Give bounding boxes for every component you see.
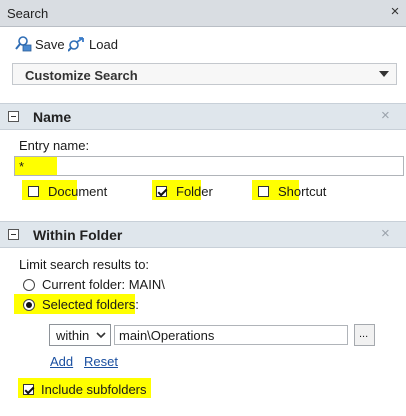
folder-path-value: main\Operations — [119, 328, 215, 343]
close-icon[interactable]: × — [381, 107, 390, 124]
entry-name-value: * — [19, 159, 25, 174]
name-section-header[interactable]: Name × — [0, 103, 406, 130]
close-icon[interactable]: × — [387, 3, 403, 20]
load-icon — [68, 37, 84, 52]
scope-select[interactable]: within — [49, 324, 111, 346]
load-button[interactable]: Load — [68, 36, 118, 52]
folder-checkbox[interactable]: Folder — [156, 184, 213, 199]
save-button[interactable]: Save — [14, 36, 65, 52]
save-icon — [15, 36, 32, 52]
panel-titlebar: Search × — [0, 0, 406, 27]
customize-search-label: Customize Search — [25, 68, 138, 83]
name-section-title: Name — [33, 109, 72, 125]
close-icon[interactable]: × — [381, 225, 390, 242]
current-folder-radio[interactable]: Current folder: MAIN\ — [23, 277, 165, 292]
folder-label: Folder — [176, 184, 213, 199]
current-folder-label: Current folder: MAIN\ — [42, 277, 165, 292]
shortcut-checkbox[interactable]: Shortcut — [258, 184, 326, 199]
document-label: Document — [48, 184, 108, 199]
radio-button[interactable] — [23, 298, 35, 311]
scope-value: within — [56, 328, 90, 343]
selected-folders-label: Selected folders: — [42, 297, 139, 312]
entry-name-label: Entry name: — [19, 138, 90, 153]
collapse-icon[interactable] — [8, 111, 19, 122]
radio-button[interactable] — [23, 278, 35, 291]
customize-search-dropdown[interactable]: Customize Search — [12, 63, 397, 85]
save-label: Save — [35, 36, 65, 52]
checkbox-box[interactable] — [23, 384, 34, 395]
reset-link[interactable]: Reset — [84, 354, 118, 369]
checkbox-box[interactable] — [28, 186, 39, 197]
entry-name-input[interactable]: * — [14, 156, 404, 176]
chevron-down-icon — [379, 71, 389, 77]
limit-label: Limit search results to: — [19, 257, 150, 272]
within-folder-section-header[interactable]: Within Folder × — [0, 221, 406, 248]
panel-title: Search — [7, 6, 49, 21]
include-subfolders-label: Include subfolders — [41, 382, 147, 397]
checkbox-box[interactable] — [258, 186, 269, 197]
include-subfolders-checkbox[interactable]: Include subfolders — [23, 382, 147, 397]
within-folder-section-title: Within Folder — [33, 227, 123, 243]
document-checkbox[interactable]: Document — [28, 184, 107, 199]
load-label: Load — [89, 36, 118, 52]
folder-path-input[interactable]: main\Operations — [114, 325, 348, 345]
chevron-down-icon — [96, 332, 106, 339]
collapse-icon[interactable] — [8, 229, 19, 240]
add-link[interactable]: Add — [50, 354, 73, 369]
checkbox-box[interactable] — [156, 186, 167, 197]
browse-label: ... — [359, 328, 369, 340]
selected-folders-radio[interactable]: Selected folders: — [23, 297, 139, 312]
browse-button[interactable]: ... — [354, 324, 375, 346]
shortcut-label: Shortcut — [278, 184, 327, 199]
